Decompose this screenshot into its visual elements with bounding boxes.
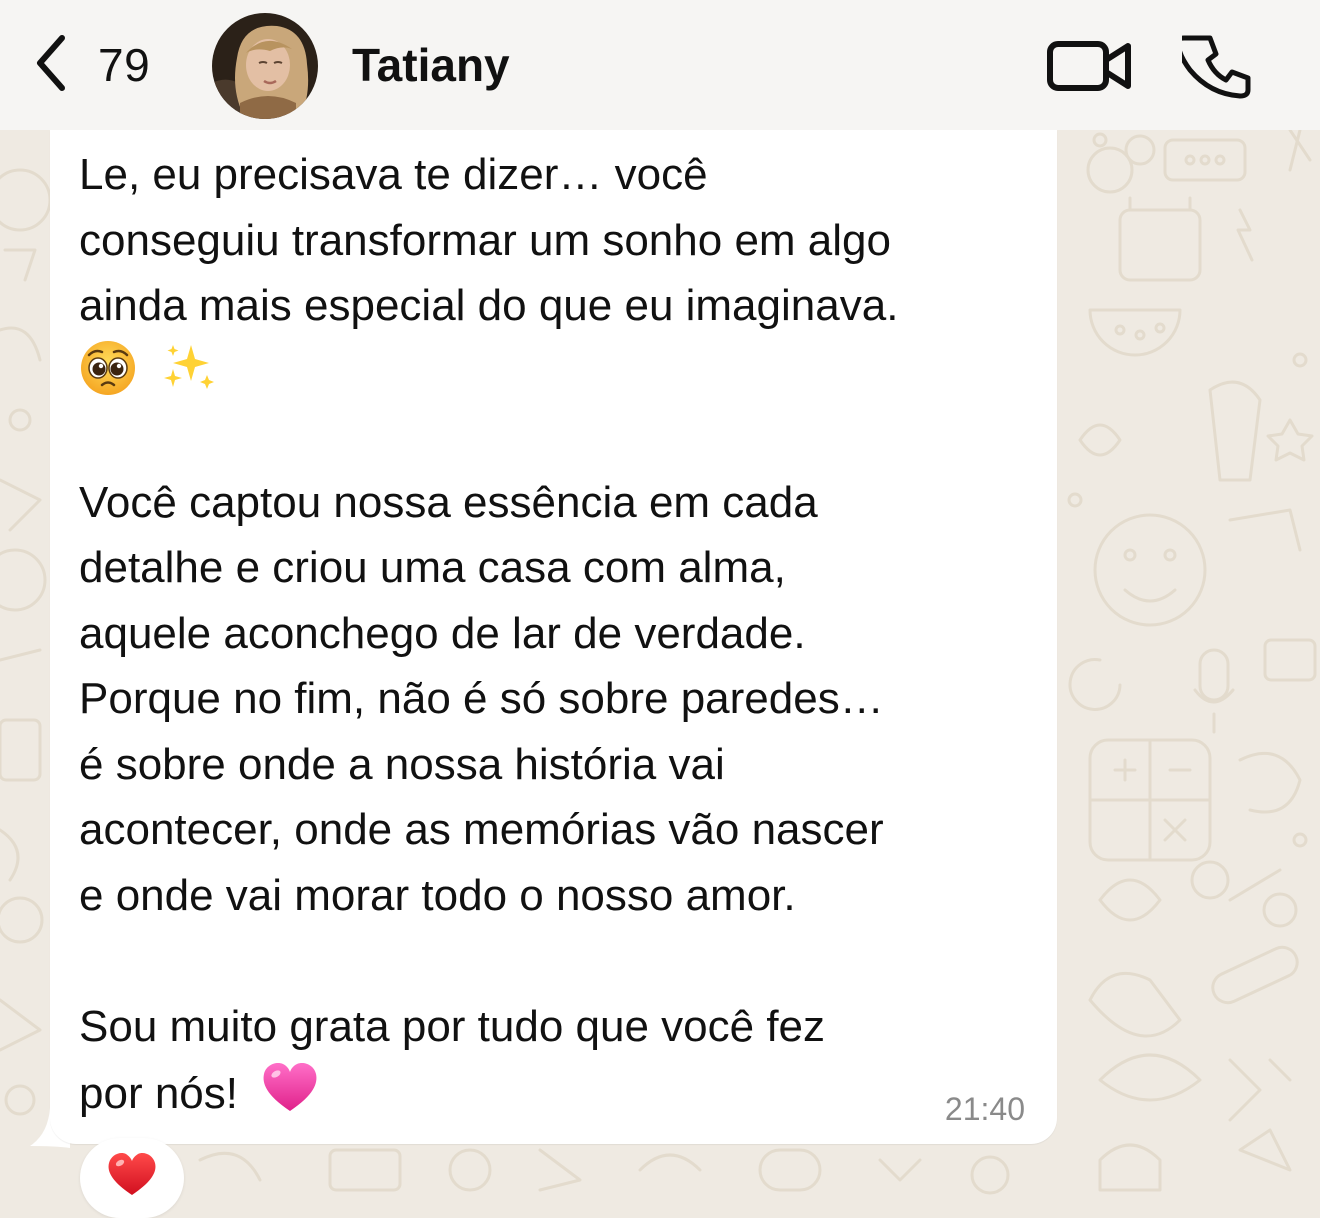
voice-call-button[interactable]	[1182, 32, 1252, 102]
message-line: Porque no fim, não é só sobre paredes…	[79, 674, 884, 723]
message-line: aquele aconchego de lar de verdade.	[79, 608, 806, 658]
message-reaction[interactable]	[80, 1138, 184, 1218]
incoming-message-bubble[interactable]: Le, eu precisava te dizer… você consegui…	[50, 130, 1057, 1144]
contact-name[interactable]: Tatiany	[352, 38, 510, 92]
red-heart-emoji	[108, 1153, 156, 1195]
message-line	[79, 404, 1039, 470]
pink-heart-emoji	[260, 1059, 320, 1134]
message-text: Le, eu precisava te dizer… você consegui…	[79, 142, 1039, 1125]
message-line: ainda mais especial do que eu imaginava.	[79, 281, 899, 330]
message-timestamp: 21:40	[944, 1091, 1025, 1127]
avatar[interactable]	[212, 13, 318, 119]
message-line: por nós!	[79, 1068, 238, 1118]
message-line: conseguiu transformar um sonho em algo	[79, 215, 891, 265]
chat-header: 79 Tatiany	[0, 0, 1320, 130]
message-emoji-line	[79, 339, 1039, 405]
chevron-left-icon	[30, 32, 70, 99]
sparkles-emoji	[161, 339, 219, 416]
unread-count: 79	[98, 39, 151, 91]
message-line: Você captou nossa essência em cada	[79, 477, 818, 527]
message-line: Sou muito grata por tudo que você fez	[79, 1001, 826, 1051]
video-camera-icon	[1044, 36, 1134, 96]
message-last-line: por nós!	[79, 1059, 1039, 1125]
back-button[interactable]: 79	[30, 28, 150, 102]
message-line: e onde vai morar todo o nosso amor.	[79, 870, 796, 920]
pleading-face-emoji	[79, 339, 137, 416]
message-line: detalhe e criou uma casa com alma,	[79, 543, 786, 592]
phone-icon	[1182, 32, 1252, 102]
message-line	[79, 928, 1039, 994]
message-line: acontecer, onde as memórias vão nascer	[79, 805, 884, 854]
message-line: é sobre onde a nossa história vai	[79, 739, 725, 789]
message-line: Le, eu precisava te dizer… você	[79, 150, 708, 199]
video-call-button[interactable]	[1044, 36, 1134, 96]
